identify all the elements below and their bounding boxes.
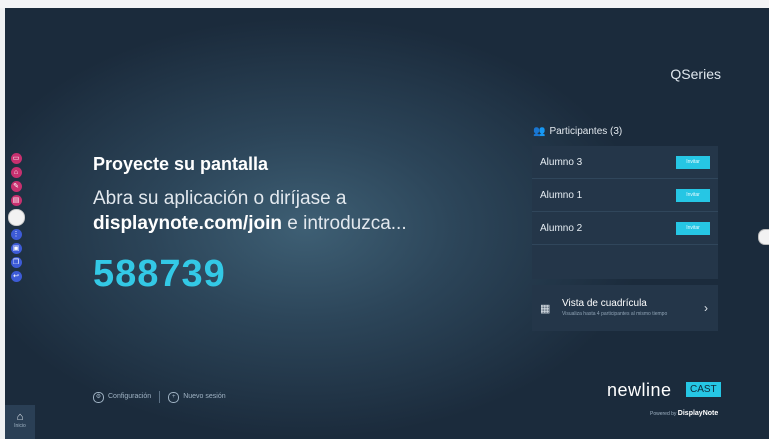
footer-links: ⚙ Configuración + Nuevo sesión	[93, 391, 226, 403]
side-drawer-handle[interactable]	[758, 229, 769, 245]
participant-row: Alumno 1 Invitar	[532, 179, 718, 212]
participant-row: Alumno 2 Invitar	[532, 212, 718, 245]
participant-name: Alumno 3	[540, 156, 583, 168]
instruction-line1: Abra su aplicación o diríjase a	[93, 188, 347, 209]
participant-name: Alumno 1	[540, 189, 583, 201]
new-session-link[interactable]: + Nuevo sesión	[168, 391, 226, 403]
cast-icon[interactable]: ▭	[10, 153, 22, 164]
chevron-right-icon: ›	[704, 301, 708, 315]
instruction-rest: e introduzca...	[281, 213, 407, 234]
footer-divider	[159, 391, 161, 403]
toolbar-toggle[interactable]	[7, 209, 25, 226]
home-icon: ⌂	[16, 411, 24, 423]
participant-name: Alumno 2	[540, 222, 583, 234]
source-icon[interactable]: ▣	[10, 243, 22, 254]
whiteboard-icon[interactable]: ▤	[10, 195, 22, 206]
powered-by: Powered by DisplayNote	[650, 410, 718, 417]
invite-button[interactable]: Invitar	[676, 155, 710, 169]
main-screen: QSeries ▭ ⌂ ✎ ▤ ⋮ ▣ ❐ ↩ Proyecte su pant…	[5, 8, 769, 439]
config-link[interactable]: ⚙ Configuración	[93, 391, 152, 403]
back-icon[interactable]: ↩	[10, 271, 22, 282]
invite-button[interactable]: Invitar	[676, 221, 710, 235]
displaynote-brand: DisplayNote	[677, 410, 719, 417]
apps-icon[interactable]: ⋮	[10, 229, 22, 240]
grid-icon: ▦	[540, 302, 551, 315]
join-url: displaynote.com/join	[93, 213, 282, 234]
page-title: Proyecte su pantalla	[93, 154, 269, 174]
window-icon[interactable]: ❐	[10, 257, 22, 268]
invite-button[interactable]: Invitar	[676, 188, 710, 202]
grid-description: Visualiza hasta 4 participantes al mismo…	[562, 311, 668, 317]
home-button[interactable]: ⌂ Inicio	[5, 405, 35, 439]
plus-icon: +	[168, 391, 180, 403]
annotate-icon[interactable]: ✎	[10, 181, 22, 192]
powered-prefix: Powered by	[650, 411, 677, 417]
grid-text: Vista de cuadrícula Visualiza hasta 4 pa…	[562, 298, 704, 318]
config-label: Configuración	[108, 392, 152, 400]
series-label: QSeries	[670, 66, 721, 82]
grid-title: Vista de cuadrícula	[562, 298, 647, 309]
participants-header: 👥 Participantes (3)	[533, 126, 622, 137]
participant-row: Alumno 3 Invitar	[532, 146, 718, 179]
top-strip	[0, 0, 769, 8]
left-toolbar: ▭ ⌂ ✎ ▤ ⋮ ▣ ❐ ↩	[7, 153, 25, 282]
participants-title: Participantes (3)	[549, 126, 623, 137]
people-icon: 👥	[533, 126, 546, 137]
newline-logo: newline	[607, 380, 672, 400]
gear-icon: ⚙	[93, 391, 104, 403]
session-code: 588739	[93, 253, 226, 295]
home-label: Inicio	[14, 423, 26, 429]
grid-view-button[interactable]: ▦ Vista de cuadrícula Visualiza hasta 4 …	[532, 285, 718, 331]
cast-badge: CAST	[686, 382, 721, 397]
instruction-line2: displaynote.com/join e introduzca...	[93, 213, 407, 235]
home-icon[interactable]: ⌂	[10, 167, 22, 178]
participants-panel: Alumno 3 Invitar Alumno 1 Invitar Alumno…	[532, 146, 718, 279]
new-session-label: Nuevo sesión	[183, 392, 226, 400]
